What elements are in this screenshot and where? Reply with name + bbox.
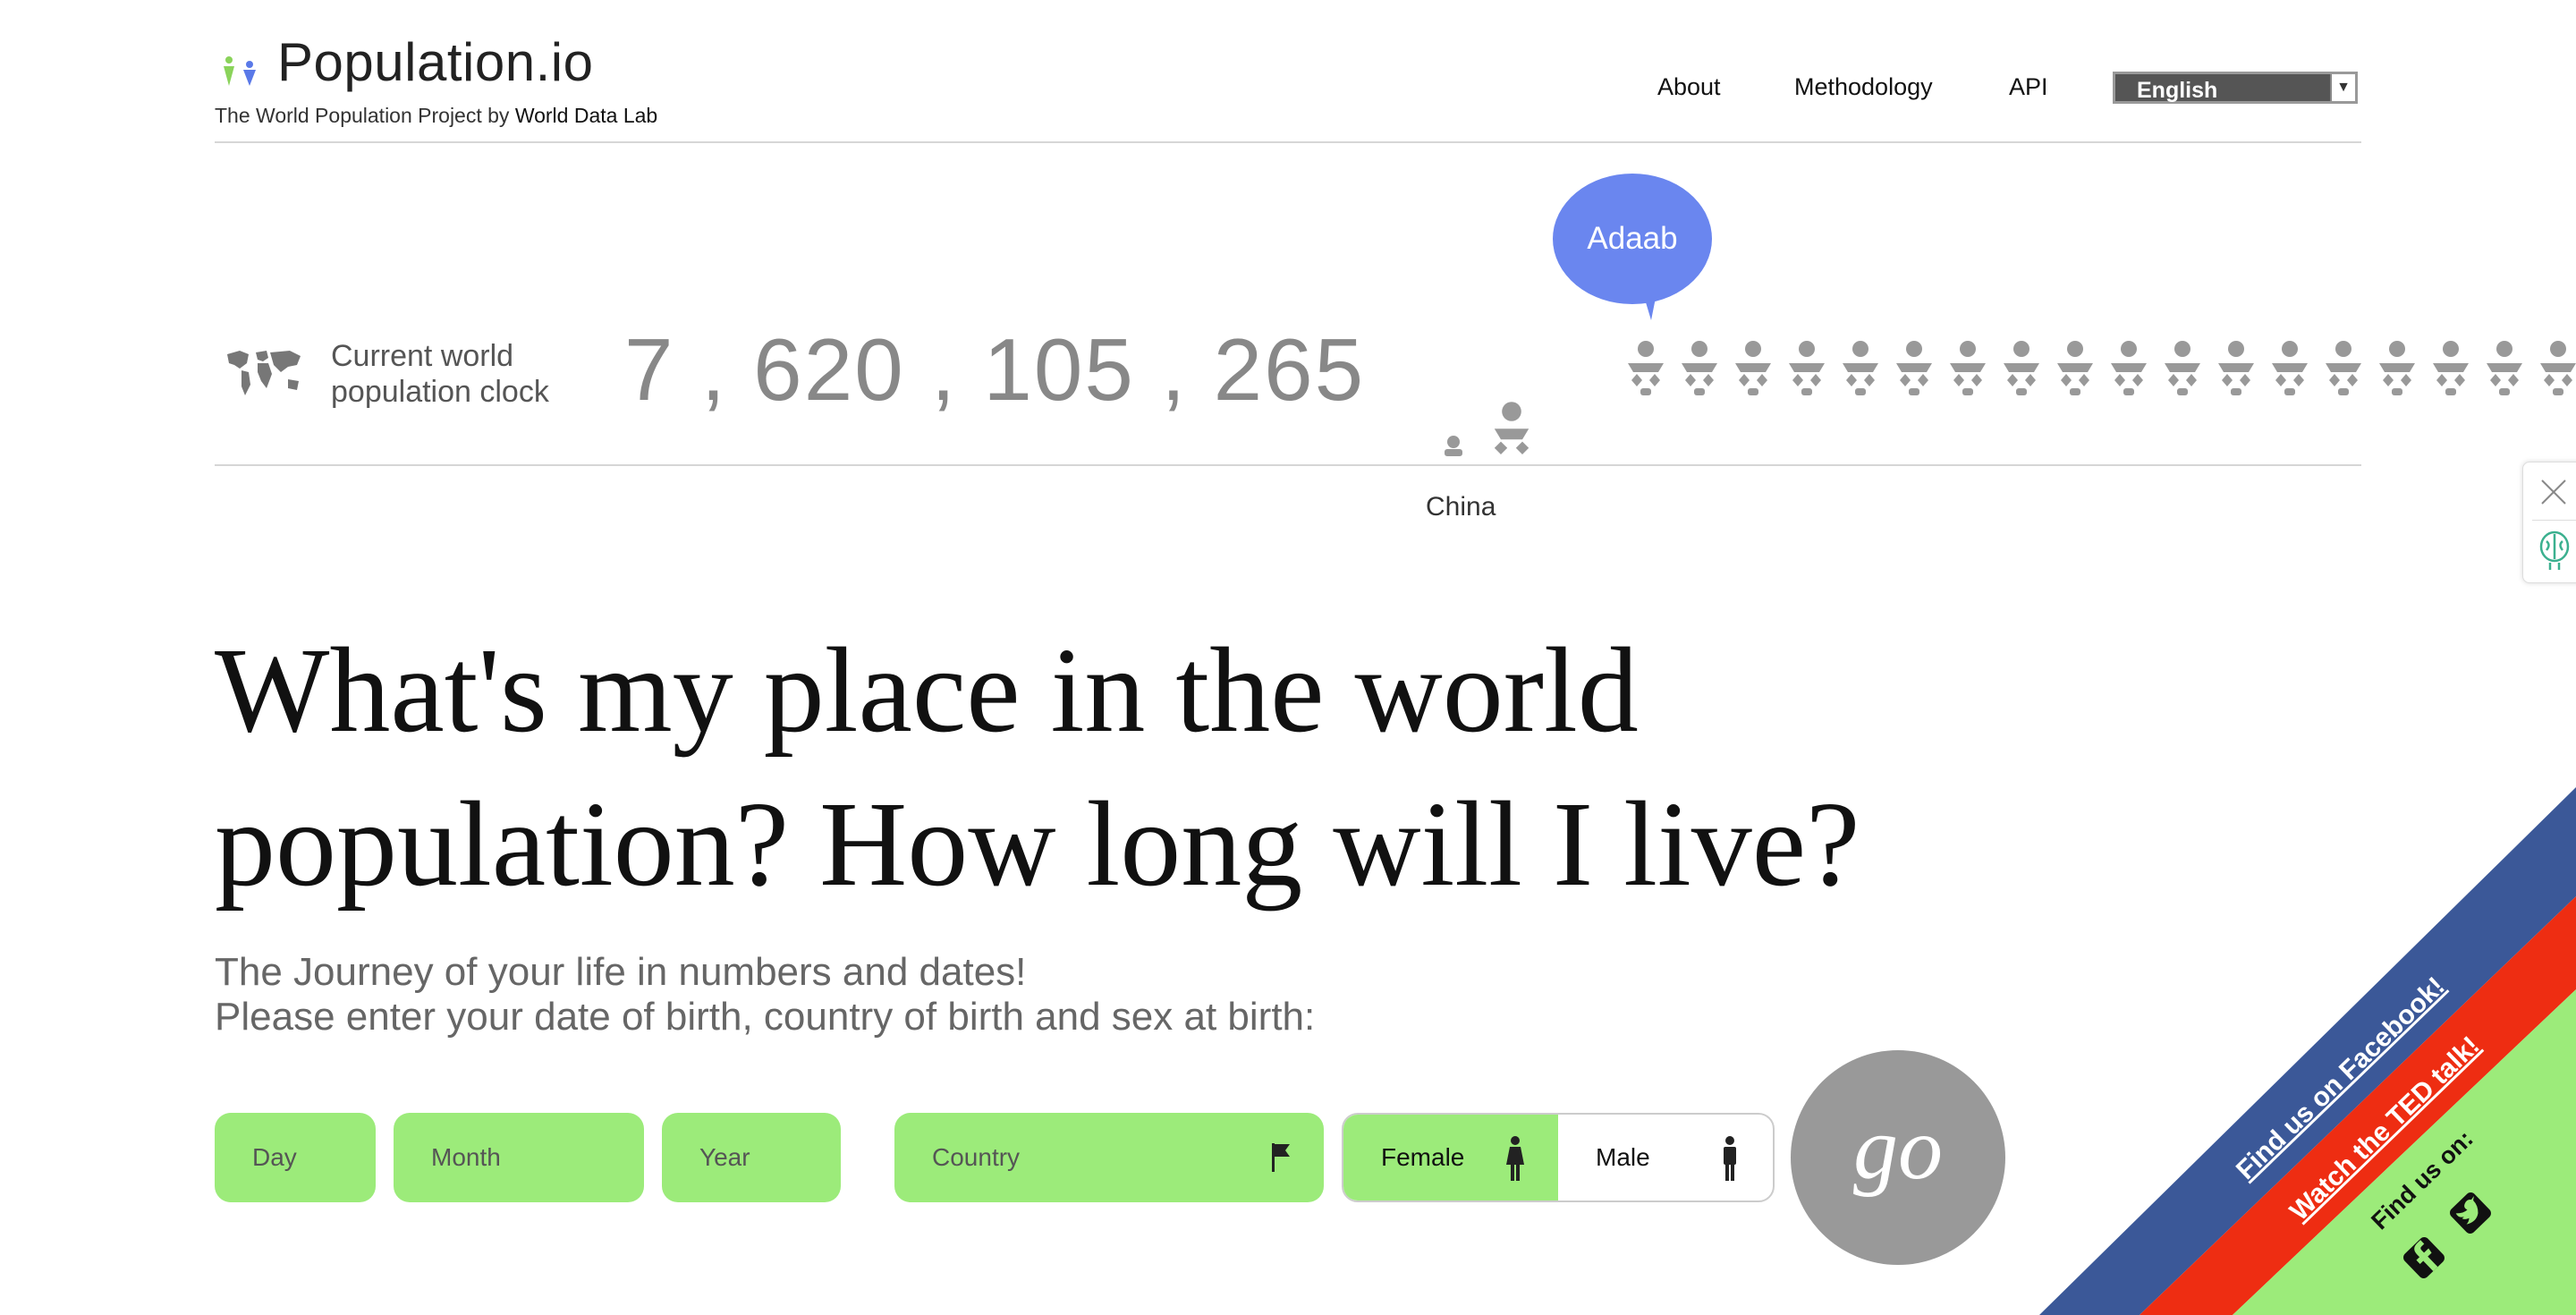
greeting-bubble-tail [1640,284,1658,320]
country-label: China [1426,492,1496,522]
clock-divider [215,464,2361,466]
site-logo-text[interactable]: Population.io [277,36,593,89]
population-counter-value: 7 , 620 , 105 , 26 [624,320,1315,419]
country-placeholder: Country [932,1143,1021,1171]
baby-row [1624,338,2576,410]
brain-icon[interactable] [2538,530,2572,572]
male-label: Male [1596,1143,1650,1171]
country-input[interactable]: Country [894,1113,1324,1202]
female-label: Female [1381,1143,1465,1171]
female-option[interactable]: Female [1343,1115,1558,1200]
nav-api[interactable]: API [2009,75,2048,99]
day-input[interactable]: Day [215,1113,376,1202]
month-select[interactable]: Month [394,1113,644,1202]
flag-icon [1272,1143,1290,1172]
baby-icon [1445,436,1462,456]
nav-about[interactable]: About [1657,75,1721,99]
language-select[interactable]: English ▼ [2113,72,2358,104]
intro-line2: Please enter your date of birth, country… [215,995,1316,1039]
clock-label-line1: Current world [331,339,514,373]
female-icon [1506,1136,1524,1181]
language-select-value: English [2137,78,2218,103]
chevron-down-icon: ▼ [2330,74,2355,101]
population-counter: 7 , 620 , 105 , 265 [624,326,1365,413]
go-button[interactable]: go [1791,1050,2005,1265]
year-input[interactable]: Year [662,1113,841,1202]
male-option[interactable]: Male [1558,1115,1773,1200]
greeting-bubble: Adaab [1553,174,1712,304]
tagline-prefix: The World Population Project by [215,104,515,127]
headline-line2: population? How long will I live? [215,777,1860,912]
side-panel-divider [2532,520,2576,521]
male-icon [1724,1136,1736,1181]
people-logo-icon [224,56,256,86]
header-divider [215,141,2361,143]
corner-ribbons: Find us on Facebook! Watch the TED talk!… [2039,787,2576,1315]
clock-label-line2: population clock [331,375,549,409]
tagline: The World Population Project by World Da… [215,106,657,126]
clock-label: Current world population clock [331,338,549,410]
sex-toggle: Female Male [1342,1113,1775,1202]
side-panel [2522,462,2576,583]
baby-icon [1494,402,1530,454]
world-map-icon [227,351,301,395]
headline-line1: What's my place in the world [215,624,1639,758]
population-counter-rolling-digit: 5 [1314,320,1366,419]
intro-line1: The Journey of your life in numbers and … [215,950,1027,994]
intro-text: The Journey of your life in numbers and … [215,950,1315,1039]
tagline-org-link[interactable]: World Data Lab [515,104,657,127]
baby-row-icons [1628,341,2576,395]
page-headline: What's my place in the world population?… [215,614,2182,921]
close-icon[interactable] [2538,477,2569,507]
nav-methodology[interactable]: Methodology [1794,75,1933,99]
